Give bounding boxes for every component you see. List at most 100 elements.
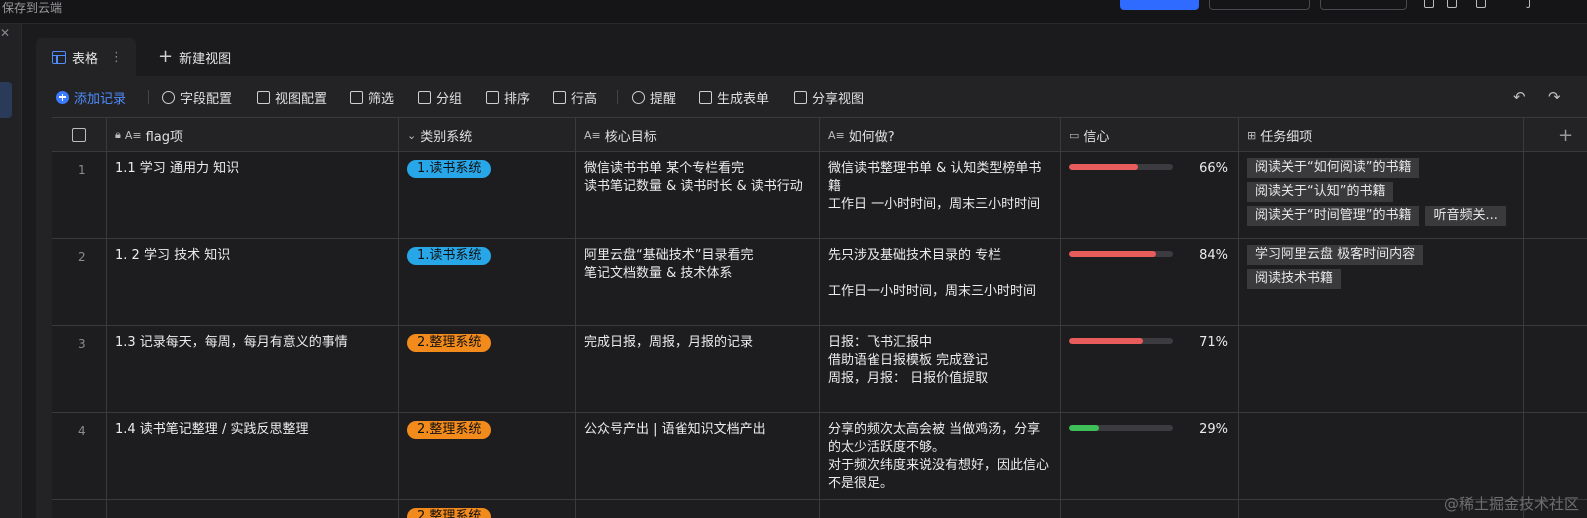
- alarm-icon: [632, 90, 645, 104]
- table-row[interactable]: 2 1. 2 学习 技术 知识 1.读书系统 阿里云盘“基础技术”目录看完 笔记文档数…: [52, 239, 1587, 326]
- group-button[interactable]: 分组: [418, 84, 462, 110]
- category-cell[interactable]: 2.整理系统: [399, 413, 576, 499]
- task-chip[interactable]: 学习阿里云盘 极客时间内容: [1247, 245, 1424, 265]
- share-icon: [794, 90, 807, 104]
- sidebar-selected-item[interactable]: [0, 82, 12, 118]
- flag-cell[interactable]: 1.1 学习 通用力 知识: [107, 152, 399, 238]
- confidence-cell[interactable]: 29%: [1061, 413, 1239, 499]
- goal-cell[interactable]: 完成日报，周报，月报的记录: [576, 326, 820, 412]
- watermark: @稀土掘金技术社区: [1443, 495, 1579, 513]
- task-chip[interactable]: 阅读关于“认知”的书籍: [1247, 182, 1394, 202]
- more-icon[interactable]: [1526, 0, 1530, 8]
- confidence-cell[interactable]: 84%: [1061, 239, 1239, 325]
- table-row[interactable]: 3 1.3 记录每天，每周，每月有意义的事情 2.整理系统 完成日报，周报，月报的记录…: [52, 326, 1587, 413]
- tasks-cell[interactable]: 学习阿里云盘 极客时间内容阅读技术书籍: [1239, 239, 1524, 325]
- flag-cell[interactable]: [107, 500, 399, 518]
- confidence-cell[interactable]: 71%: [1061, 326, 1239, 412]
- task-chip[interactable]: 听音频关...: [1425, 206, 1506, 226]
- category-cell[interactable]: 2.整理系统: [399, 500, 576, 518]
- toolbar-icon-3[interactable]: [1476, 0, 1486, 8]
- flag-text: 1.1 学习 通用力 知识: [115, 161, 240, 176]
- new-view-button[interactable]: + 新建视图: [158, 38, 231, 76]
- column-header-flag[interactable]: 🔒︎ A≡ flag项: [107, 118, 399, 152]
- undo-icon[interactable]: ↶: [1513, 88, 1526, 106]
- text-field-icon: A≡: [828, 128, 845, 142]
- tasks-cell[interactable]: 阅读关于“如何阅读”的书籍阅读关于“认知”的书籍阅读关于“时间管理”的书籍 听音频…: [1239, 152, 1524, 238]
- tab-table[interactable]: 表格 ⋮: [36, 38, 136, 76]
- how-cell[interactable]: [820, 500, 1061, 518]
- column-header-tasks[interactable]: ⊞ 任务细项: [1239, 118, 1524, 152]
- redo-icon[interactable]: ↷: [1548, 88, 1561, 106]
- confidence-percent: 66%: [1199, 161, 1228, 176]
- toolbar: 添加记录 字段配置 视图配置 筛选 分组 排序 行高 提醒 生成表单 分享视图: [52, 84, 1587, 110]
- plus-icon: +: [1557, 124, 1574, 146]
- confidence-progress-bar: [1069, 425, 1173, 431]
- column-header-confidence[interactable]: ▭ 信心: [1061, 118, 1239, 152]
- row-index-cell[interactable]: 2: [52, 239, 107, 325]
- add-record-button[interactable]: 添加记录: [56, 84, 126, 110]
- row-index-cell[interactable]: 4: [52, 413, 107, 499]
- column-header-how[interactable]: A≡ 如何做?: [820, 118, 1061, 152]
- row-index-cell[interactable]: [52, 500, 107, 518]
- share-view-label: 分享视图: [812, 91, 865, 107]
- how-cell[interactable]: 分享的频次太高会被 当做鸡汤，分享的太少活跃度不够。 对于频次纬度来说没有想好，…: [820, 413, 1061, 499]
- share-view-button[interactable]: 分享视图: [794, 84, 864, 110]
- filter-button[interactable]: 筛选: [350, 84, 394, 110]
- tasks-cell[interactable]: [1239, 413, 1524, 499]
- goal-cell[interactable]: [576, 500, 820, 518]
- tertiary-action-button[interactable]: [1320, 0, 1407, 10]
- category-cell[interactable]: 1.读书系统: [399, 239, 576, 325]
- remind-button[interactable]: 提醒: [632, 84, 676, 110]
- column-header-category[interactable]: ⌄ 类别系统: [399, 118, 576, 152]
- toolbar-icon-1[interactable]: [1424, 0, 1434, 8]
- table-row[interactable]: 4 1.4 读书笔记整理 / 实践反思整理 2.整理系统 公众号产出 | 语雀知识文档…: [52, 413, 1587, 500]
- primary-action-button[interactable]: [1120, 0, 1199, 10]
- goal-cell[interactable]: 公众号产出 | 语雀知识文档产出: [576, 413, 820, 499]
- flag-text: 1.4 读书笔记整理 / 实践反思整理: [115, 422, 309, 437]
- sort-button[interactable]: 排序: [486, 84, 530, 110]
- confidence-percent: 29%: [1199, 422, 1228, 437]
- more-vertical-icon[interactable]: ⋮: [110, 50, 123, 65]
- task-chip[interactable]: 阅读关于“如何阅读”的书籍: [1247, 158, 1420, 178]
- row-index-cell[interactable]: 1: [52, 152, 107, 238]
- flag-cell[interactable]: 1. 2 学习 技术 知识: [107, 239, 399, 325]
- table-row[interactable]: 2.整理系统: [52, 500, 1587, 518]
- remind-label: 提醒: [650, 91, 677, 107]
- field-config-button[interactable]: 字段配置: [162, 84, 232, 110]
- table-row[interactable]: 1 1.1 学习 通用力 知识 1.读书系统 微信读书书单 某个专栏看完 读书笔记数量…: [52, 152, 1587, 239]
- flag-cell[interactable]: 1.3 记录每天，每周，每月有意义的事情: [107, 326, 399, 412]
- close-icon[interactable]: ✕: [0, 26, 10, 40]
- how-cell[interactable]: 日报：飞书汇报中 借助语雀日报模板 完成登记 周报，月报： 日报价值提取: [820, 326, 1061, 412]
- select-all-checkbox[interactable]: [72, 128, 86, 142]
- flag-cell[interactable]: 1.4 读书笔记整理 / 实践反思整理: [107, 413, 399, 499]
- confidence-percent: 71%: [1199, 335, 1228, 350]
- confidence-cell[interactable]: [1061, 500, 1239, 518]
- tasks-cell[interactable]: [1239, 326, 1524, 412]
- how-cell[interactable]: 微信读书整理书单 & 认知类型榜单书籍 工作日 一小时时间，周末三小时时间: [820, 152, 1061, 238]
- progress-icon: ▭: [1069, 128, 1080, 142]
- add-circle-icon: [56, 90, 69, 104]
- confidence-cell[interactable]: 66%: [1061, 152, 1239, 238]
- category-cell[interactable]: 2.整理系统: [399, 326, 576, 412]
- top-bar: 保存到云端: [0, 0, 1587, 24]
- confidence-progress-bar: [1069, 251, 1173, 257]
- task-chip[interactable]: 阅读技术书籍: [1247, 269, 1342, 289]
- add-record-label: 添加记录: [74, 91, 127, 107]
- secondary-action-button[interactable]: [1209, 0, 1310, 10]
- category-tag: 2.整理系统: [407, 508, 492, 518]
- category-cell[interactable]: 1.读书系统: [399, 152, 576, 238]
- empty-cell: [1524, 152, 1587, 238]
- row-index-cell[interactable]: 3: [52, 326, 107, 412]
- toolbar-divider: [617, 90, 618, 104]
- add-column-button[interactable]: +: [1524, 118, 1587, 152]
- toolbar-icon-2[interactable]: [1447, 0, 1457, 8]
- how-cell[interactable]: 先只涉及基础技术目录的 专栏 工作日一小时时间，周末三小时时间: [820, 239, 1061, 325]
- view-config-button[interactable]: 视图配置: [257, 84, 327, 110]
- column-header-label: flag项: [145, 129, 184, 145]
- generate-form-button[interactable]: 生成表单: [699, 84, 769, 110]
- column-header-goal[interactable]: A≡ 核心目标: [576, 118, 820, 152]
- goal-cell[interactable]: 阿里云盘“基础技术”目录看完 笔记文档数量 & 技术体系: [576, 239, 820, 325]
- row-height-button[interactable]: 行高: [553, 84, 597, 110]
- goal-cell[interactable]: 微信读书书单 某个专栏看完 读书笔记数量 & 读书时长 & 读书行动: [576, 152, 820, 238]
- task-chip[interactable]: 阅读关于“时间管理”的书籍: [1247, 206, 1420, 226]
